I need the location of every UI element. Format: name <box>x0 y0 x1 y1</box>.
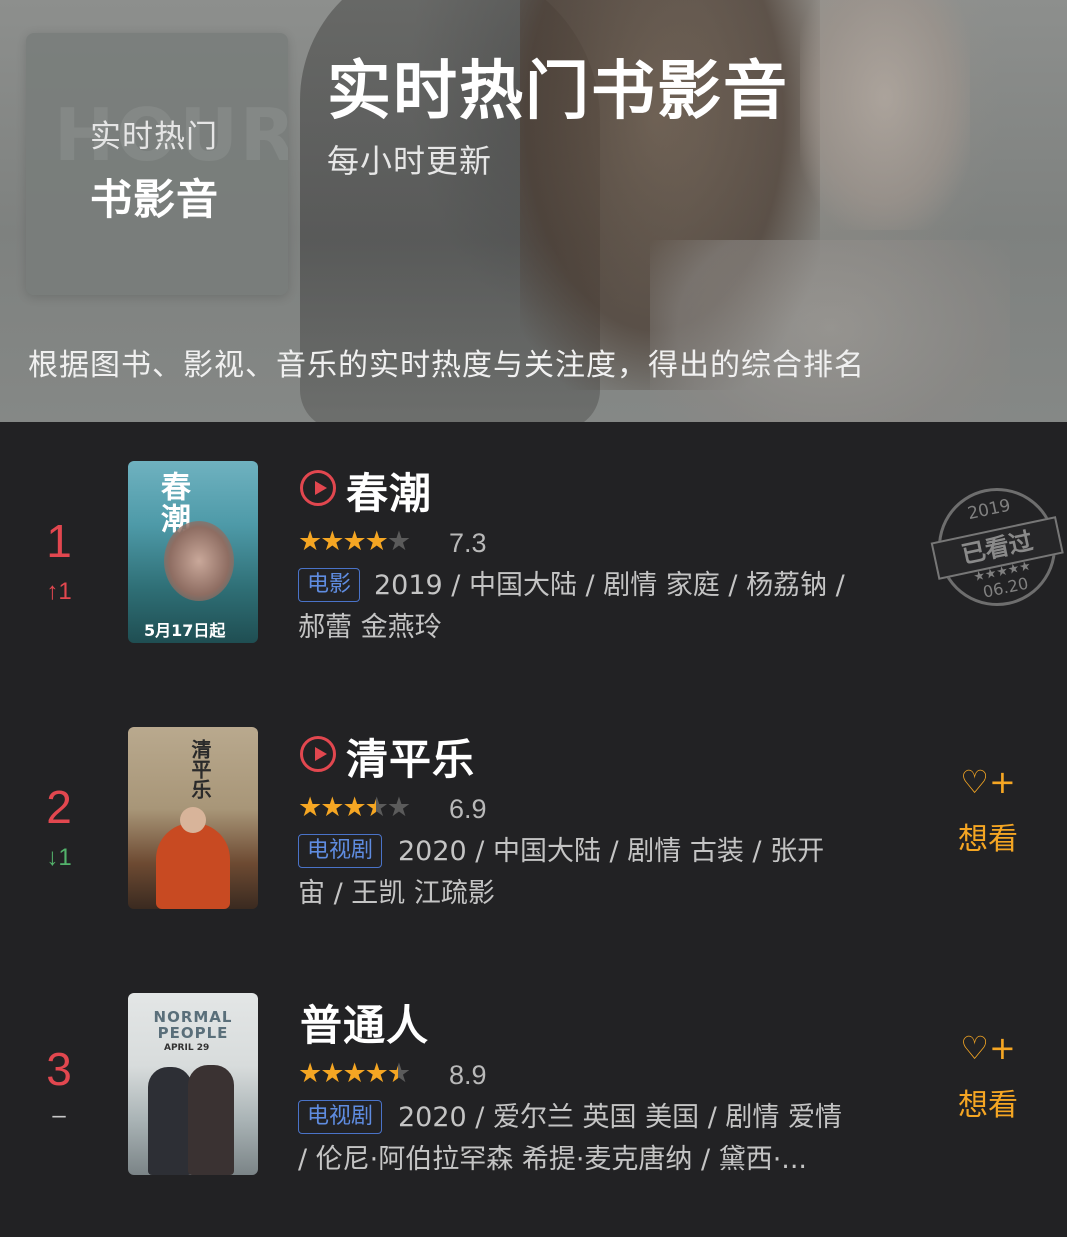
star-full-icon: ★ <box>320 1058 344 1089</box>
item-title[interactable]: 春潮 <box>346 460 432 521</box>
item-meta: 2019 / 中国大陆 / 剧情 家庭 / 杨荔钠 / 郝蕾 金燕玲 <box>298 565 878 649</box>
rating-score: 7.3 <box>449 528 487 558</box>
page-title: 实时热门书影音 <box>327 55 789 129</box>
rank-change: ↑1 <box>46 578 72 605</box>
star-empty-icon: ★ <box>386 526 411 557</box>
poster-date-text: 5月17日起 <box>144 621 226 640</box>
poster-title-text: 清平乐 <box>188 739 212 799</box>
star-half-icon: ★ <box>364 792 389 823</box>
star-full-icon: ★ <box>342 526 366 557</box>
badge-line1: 实时热门 <box>90 119 218 155</box>
rank-number: 2 <box>46 781 72 833</box>
rating-stars: ★★★★★ <box>298 792 411 823</box>
rank-change: – <box>52 1102 66 1129</box>
banner-figure-woman-face <box>800 0 970 230</box>
star-full-icon: ★ <box>342 792 366 823</box>
page-description: 根据图书、影视、音乐的实时热度与关注度，得出的综合排名 <box>28 348 865 383</box>
star-half-icon: ★ <box>386 1058 411 1089</box>
meta-line2: / 伦尼·阿伯拉罕森 希提·麦克唐纳 / 黛西·... <box>298 1144 808 1175</box>
star-full-icon: ★ <box>298 1058 322 1089</box>
want-label: 想看 <box>958 822 1018 857</box>
list-item-2[interactable]: 2 ↓1 清平乐 清平乐 ★★★★★ 6.9 电视剧 2020 / 中国大陆 /… <box>0 688 1067 918</box>
meta-line2: 宙 / 王凯 江疏影 <box>298 878 495 909</box>
star-full-icon: ★ <box>298 792 322 823</box>
play-icon[interactable] <box>300 470 336 506</box>
rank-change: ↓1 <box>46 844 72 871</box>
badge-line2: 书影音 <box>90 175 220 224</box>
rank-number: 1 <box>46 515 72 567</box>
star-full-icon: ★ <box>320 526 344 557</box>
rank-number: 3 <box>46 1043 72 1095</box>
list-item-1[interactable]: 1 ↑1 春潮 5月17日起 春潮 ★★★★★ 7.3 电影 2019 / 中国… <box>0 422 1067 652</box>
want-to-watch-button[interactable]: ♡+ 想看 <box>950 1032 1026 1124</box>
poster-figure-man <box>148 1067 192 1175</box>
meta-line1: 2020 / 爱尔兰 英国 美国 / 剧情 爱情 <box>398 1102 842 1133</box>
list-item-3[interactable]: 3 – NORMAL PEOPLE APRIL 29 普通人 ★★★★★ 8.9… <box>0 954 1067 1184</box>
poster-face <box>164 521 234 601</box>
item-meta: 2020 / 爱尔兰 英国 美国 / 剧情 爱情 / 伦尼·阿伯拉罕森 希提·麦… <box>298 1097 878 1181</box>
item-title[interactable]: 普通人 <box>300 992 429 1053</box>
poster-face <box>180 807 206 833</box>
list-cover-badge: HOUR 实时热门 书影音 <box>26 33 288 295</box>
star-full-icon: ★ <box>364 1058 389 1089</box>
play-icon[interactable] <box>300 736 336 772</box>
header-banner: HOUR 实时热门 书影音 实时热门书影音 每小时更新 根据图书、影视、音乐的实… <box>0 0 1067 422</box>
poster-image[interactable]: 春潮 5月17日起 <box>128 461 258 643</box>
poster-image[interactable]: NORMAL PEOPLE APRIL 29 <box>128 993 258 1175</box>
want-label: 想看 <box>958 1088 1018 1123</box>
meta-line2: 郝蕾 金燕玲 <box>298 612 442 643</box>
poster-figure <box>156 823 230 909</box>
item-title[interactable]: 清平乐 <box>346 726 475 787</box>
rating-score: 6.9 <box>449 794 487 824</box>
item-meta: 2020 / 中国大陆 / 剧情 古装 / 张开 宙 / 王凯 江疏影 <box>298 831 878 915</box>
star-full-icon: ★ <box>298 526 322 557</box>
heart-plus-icon: ♡+ <box>960 763 1016 801</box>
want-to-watch-button[interactable]: ♡+ 想看 <box>950 766 1026 858</box>
meta-line1: 2020 / 中国大陆 / 剧情 古装 / 张开 <box>398 836 825 867</box>
star-full-icon: ★ <box>364 526 389 557</box>
star-full-icon: ★ <box>342 1058 366 1089</box>
rating-stars: ★★★★★ <box>298 1058 411 1089</box>
poster-image[interactable]: 清平乐 <box>128 727 258 909</box>
heart-plus-icon: ♡+ <box>960 1029 1016 1067</box>
star-empty-icon: ★ <box>386 792 411 823</box>
rating-stars: ★★★★★ <box>298 526 411 557</box>
poster-title-text: NORMAL PEOPLE <box>153 1008 233 1042</box>
page-subtitle: 每小时更新 <box>327 142 493 180</box>
poster-date-text: APRIL 29 <box>164 1043 210 1053</box>
rating-score: 8.9 <box>449 1060 487 1090</box>
meta-line1: 2019 / 中国大陆 / 剧情 家庭 / 杨荔钠 / <box>374 570 845 601</box>
star-full-icon: ★ <box>320 792 344 823</box>
banner-figure-shoulder <box>650 240 1010 422</box>
poster-figure-woman <box>188 1065 234 1175</box>
